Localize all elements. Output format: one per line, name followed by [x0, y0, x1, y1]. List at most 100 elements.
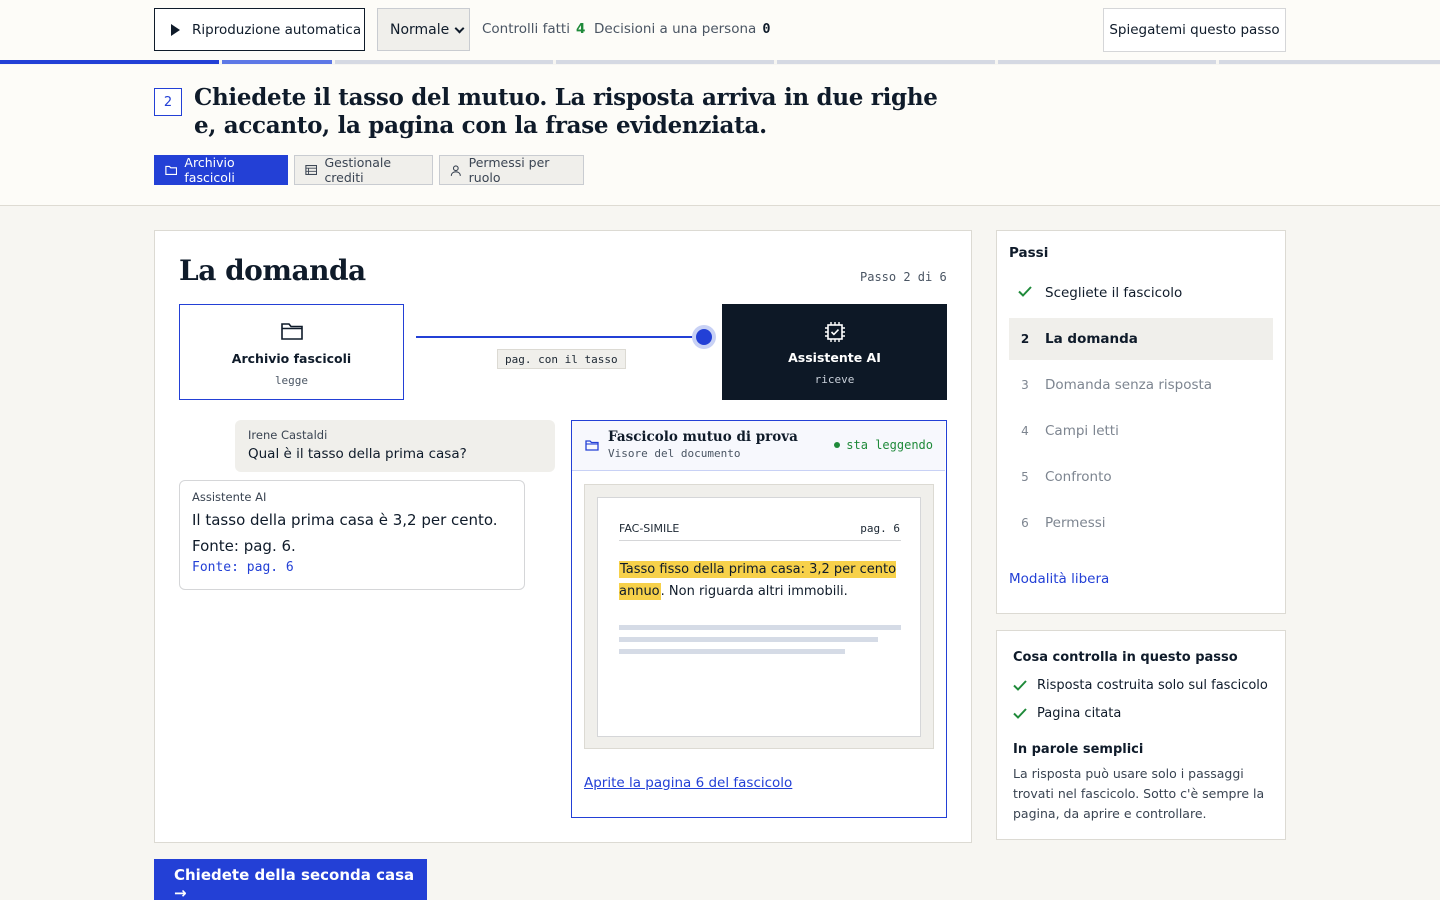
ai-source-line: Fonte: pag. 6. — [192, 537, 296, 555]
flow-pulse-dot — [696, 329, 712, 345]
step-item[interactable]: 6 Permessi — [1009, 502, 1273, 544]
source-tab-archivio[interactable]: Archivio fascicoli — [154, 155, 288, 185]
placeholder-text-line — [619, 637, 878, 642]
check-item-label: Pagina citata — [1037, 706, 1122, 721]
ai-message: Assistente AI Il tasso della prima casa … — [179, 480, 525, 590]
source-tab-label: Permessi per ruolo — [468, 155, 550, 185]
step-label: Confronto — [1045, 469, 1112, 485]
steps-panel: Passi Scegliete il fascicolo 2 La domanda 3… — [996, 230, 1286, 614]
autoplay-label: Riproduzione automatica — [192, 21, 362, 38]
step-item[interactable]: 5 Confronto — [1009, 456, 1273, 498]
step-counter: Passo 2 di 6 — [860, 270, 947, 284]
autoplay-button[interactable]: Riproduzione automatica — [154, 8, 365, 51]
user-message: Irene Castaldi Qual è il tasso della pri… — [235, 420, 555, 472]
check-icon — [1013, 286, 1037, 300]
placeholder-text-line — [619, 649, 845, 654]
steps-heading: Passi — [1009, 245, 1049, 261]
source-tab-permessi[interactable]: Permessi per ruolo — [439, 155, 584, 185]
check-icon — [1013, 680, 1027, 691]
source-tab-label: Gestionale crediti — [324, 155, 392, 185]
folder-icon — [585, 440, 599, 451]
ai-answer-line: Il tasso della prima casa è 3,2 per cent… — [192, 511, 498, 529]
checks-label: Controlli fatti — [482, 21, 570, 37]
ai-name: Assistente AI — [192, 490, 267, 504]
explain-step-button[interactable]: Spiegatemi questo passo — [1103, 8, 1286, 52]
person-icon — [450, 164, 461, 176]
progress-segment — [335, 60, 554, 64]
open-page-link[interactable]: Aprite la pagina 6 del fascicolo — [584, 775, 792, 791]
status-dot-icon — [834, 442, 841, 448]
decisions-label: Decisioni a una persona — [594, 21, 757, 37]
step-item[interactable]: 3 Domanda senza risposta — [1009, 364, 1273, 406]
chevron-down-icon — [454, 23, 465, 34]
flow-target-name: Assistente AI — [788, 350, 881, 365]
reading-status: sta leggendo — [834, 438, 933, 452]
document-page-viewer[interactable]: FAC-SIMILE pag. 6 Tasso fisso della prim… — [584, 484, 934, 749]
checks-panel: Cosa controlla in questo passo Risposta … — [996, 630, 1286, 840]
step-label: Permessi — [1045, 515, 1106, 531]
decisions-counter: Decisioni a una persona 0 — [594, 21, 770, 37]
step-index: 6 — [1021, 516, 1029, 530]
reading-status-label: sta leggendo — [846, 438, 933, 452]
progress-segment — [0, 60, 219, 64]
step-label: Scegliete il fascicolo — [1045, 285, 1183, 301]
step-item[interactable]: 4 Campi letti — [1009, 410, 1273, 452]
check-item-label: Risposta costruita solo sul fascicolo — [1037, 678, 1268, 693]
flow-target-node: Assistente AI riceve — [722, 304, 947, 400]
checks-count: 4 — [575, 21, 586, 37]
step-label: La domanda — [1045, 331, 1138, 347]
page-text-rest: . Non riguarda altri immobili. — [660, 584, 848, 599]
step-number-badge: 2 — [154, 88, 182, 116]
table-icon — [305, 165, 318, 175]
step-index: 5 — [1021, 470, 1029, 484]
step-label: Campi letti — [1045, 423, 1119, 439]
step-title: Chiedete il tasso del mutuo. La risposta… — [194, 84, 938, 139]
top-bar: Riproduzione automatica Normale Controll… — [0, 0, 1440, 60]
document-page: FAC-SIMILE pag. 6 Tasso fisso della prim… — [597, 497, 921, 737]
document-title: Fascicolo mutuo di prova — [608, 429, 798, 445]
play-icon — [171, 23, 180, 36]
speed-value: Normale — [390, 21, 450, 38]
user-name: Irene Castaldi — [248, 428, 328, 442]
page-number: pag. 6 — [860, 522, 900, 535]
plain-words-heading: In parole semplici — [1013, 742, 1144, 757]
page-divider — [619, 540, 901, 541]
flow-source-role: legge — [274, 374, 309, 387]
step-label: Domanda senza risposta — [1045, 377, 1213, 393]
folder-icon — [165, 165, 178, 176]
flow-source-name: Archivio fascicoli — [231, 351, 352, 366]
step-index: 2 — [1020, 332, 1030, 346]
folder-icon — [280, 323, 303, 340]
progress-segment — [1219, 60, 1440, 64]
flow-target-role: riceve — [814, 373, 855, 386]
speed-select[interactable]: Normale — [377, 8, 470, 51]
page-watermark-label: FAC-SIMILE — [619, 522, 680, 535]
progress-segment — [777, 60, 996, 64]
step-index: 4 — [1021, 424, 1029, 438]
step-index: 3 — [1021, 378, 1029, 392]
document-viewer-panel: Fascicolo mutuo di prova Visore del docu… — [571, 420, 947, 818]
flow-label: pag. con il tasso — [497, 349, 626, 369]
flow-source-node: Archivio fascicoli legge — [179, 304, 404, 400]
document-subtitle: Visore del documento — [608, 447, 741, 460]
chip-check-icon — [824, 322, 845, 342]
user-message-text: Qual è il tasso della prima casa? — [248, 446, 467, 462]
check-item: Risposta costruita solo sul fascicolo — [1013, 678, 1268, 693]
progress-segment — [556, 60, 775, 64]
placeholder-text-line — [619, 625, 901, 630]
document-viewer-header: Fascicolo mutuo di prova Visore del docu… — [572, 421, 945, 471]
checks-counter: Controlli fatti 4 — [482, 21, 585, 37]
check-item: Pagina citata — [1013, 706, 1121, 721]
checks-heading: Cosa controlla in questo passo — [1013, 650, 1238, 665]
check-icon — [1013, 708, 1027, 719]
step-item[interactable]: Scegliete il fascicolo — [1009, 272, 1273, 314]
step-item[interactable]: 2 La domanda — [1009, 318, 1273, 360]
next-step-button[interactable]: Chiedete della seconda casa → — [154, 859, 427, 900]
source-tab-gestionale[interactable]: Gestionale crediti — [294, 155, 433, 185]
card-title: La domanda — [179, 254, 366, 287]
free-mode-link[interactable]: Modalità libera — [1009, 571, 1109, 587]
flow-connector — [416, 336, 706, 338]
ai-citation-link[interactable]: Fonte: pag. 6 — [192, 560, 512, 575]
plain-words-text: La risposta può usare solo i passaggi tr… — [1013, 766, 1265, 821]
decisions-count: 0 — [762, 21, 771, 37]
